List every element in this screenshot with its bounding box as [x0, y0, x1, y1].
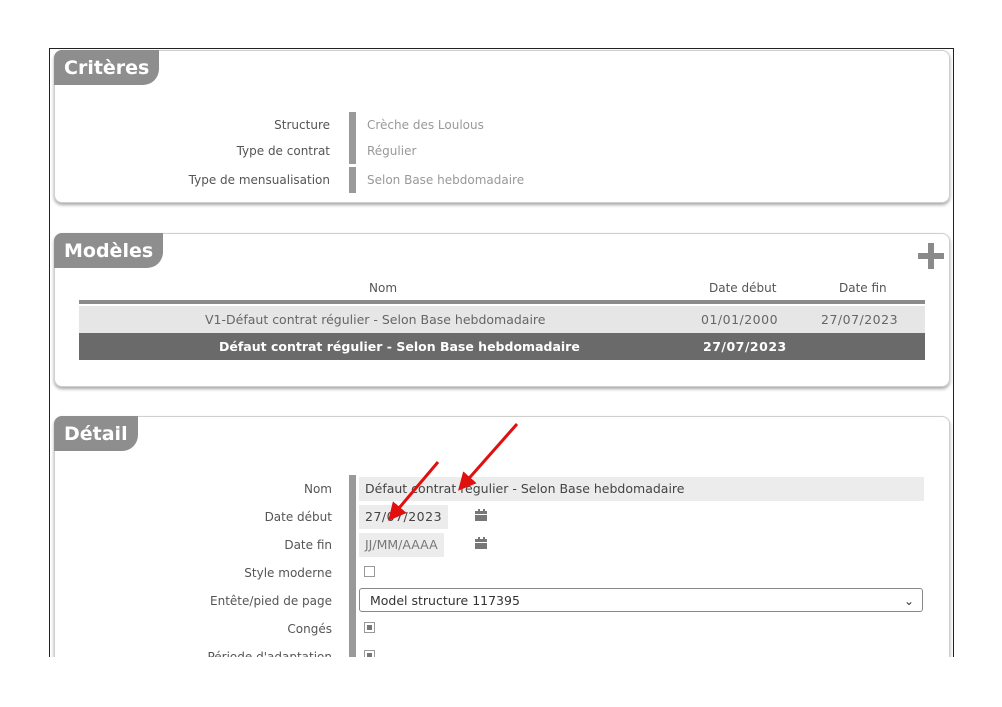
chevron-down-icon: ⌄: [903, 594, 914, 608]
mensualisation-value: Selon Base hebdomadaire: [367, 173, 525, 187]
entete-select[interactable]: Model structure 117395 ⌄: [359, 588, 923, 612]
table-row[interactable]: V1-Défaut contrat régulier - Selon Base …: [79, 306, 925, 333]
style-moderne-checkbox[interactable]: [364, 566, 375, 577]
detail-row-style-moderne: Style moderne: [55, 559, 949, 587]
add-model-icon[interactable]: [917, 242, 945, 270]
criteres-title: Critères: [54, 50, 160, 85]
modeles-title: Modèles: [54, 233, 164, 268]
row-nom: Défaut contrat régulier - Selon Base heb…: [219, 339, 580, 354]
conges-checkbox[interactable]: [364, 622, 375, 633]
detail-row-entete: Entête/pied de page Model structure 1173…: [55, 587, 949, 615]
row-date-debut: 27/07/2023: [703, 339, 787, 354]
entete-selected-value: Model structure 117395: [370, 593, 520, 608]
col-nom[interactable]: Nom: [369, 281, 397, 295]
row-date-fin: 27/07/2023: [821, 312, 899, 327]
detail-row-date-fin: Date fin JJ/MM/AAAA: [55, 531, 949, 559]
calendar-icon[interactable]: [475, 537, 487, 549]
entete-label: Entête/pied de page: [210, 594, 332, 608]
detail-title: Détail: [54, 416, 138, 451]
col-date-debut[interactable]: Date début: [709, 281, 776, 295]
table-row-selected[interactable]: Défaut contrat régulier - Selon Base heb…: [79, 333, 925, 360]
modeles-table-header: Nom Date début Date fin: [79, 276, 925, 304]
type-contrat-value: Régulier: [367, 144, 417, 158]
detail-row-conges: Congés: [55, 615, 949, 643]
detail-panel: Détail Nom Défaut contrat régulier - Sel…: [54, 416, 950, 657]
criteres-row-structure: Structure Crèche des Loulous: [55, 112, 949, 138]
criteres-panel: Critères Structure Crèche des Loulous Ty…: [54, 50, 950, 203]
periode-checkbox[interactable]: [364, 650, 375, 657]
conges-label: Congés: [287, 622, 332, 636]
mensualisation-label: Type de mensualisation: [188, 173, 330, 187]
nom-field[interactable]: Défaut contrat régulier - Selon Base heb…: [359, 477, 924, 501]
row-nom: V1-Défaut contrat régulier - Selon Base …: [205, 312, 546, 327]
date-debut-field[interactable]: 27/07/2023: [359, 505, 449, 529]
structure-value: Crèche des Loulous: [367, 118, 484, 132]
date-fin-label: Date fin: [284, 538, 332, 552]
detail-row-date-debut: Date début 27/07/2023: [55, 503, 949, 531]
periode-label: Période d'adaptation: [207, 650, 332, 657]
nom-label: Nom: [303, 482, 332, 496]
content-frame: Critères Structure Crèche des Loulous Ty…: [49, 48, 954, 657]
calendar-icon[interactable]: [475, 509, 487, 521]
detail-row-nom: Nom Défaut contrat régulier - Selon Base…: [55, 475, 949, 503]
col-date-fin[interactable]: Date fin: [839, 281, 887, 295]
detail-row-periode: Période d'adaptation: [55, 643, 949, 657]
date-debut-label: Date début: [264, 510, 332, 524]
criteres-row-type-contrat: Type de contrat Régulier: [55, 138, 949, 164]
criteres-row-mensualisation: Type de mensualisation Selon Base hebdom…: [55, 167, 949, 193]
structure-label: Structure: [274, 118, 330, 132]
modeles-panel: Modèles Nom Date début Date fin V1-Défau…: [54, 233, 950, 387]
row-date-debut: 01/01/2000: [701, 312, 779, 327]
type-contrat-label: Type de contrat: [236, 144, 330, 158]
style-moderne-label: Style moderne: [244, 566, 332, 580]
date-fin-field[interactable]: JJ/MM/AAAA: [359, 533, 444, 557]
